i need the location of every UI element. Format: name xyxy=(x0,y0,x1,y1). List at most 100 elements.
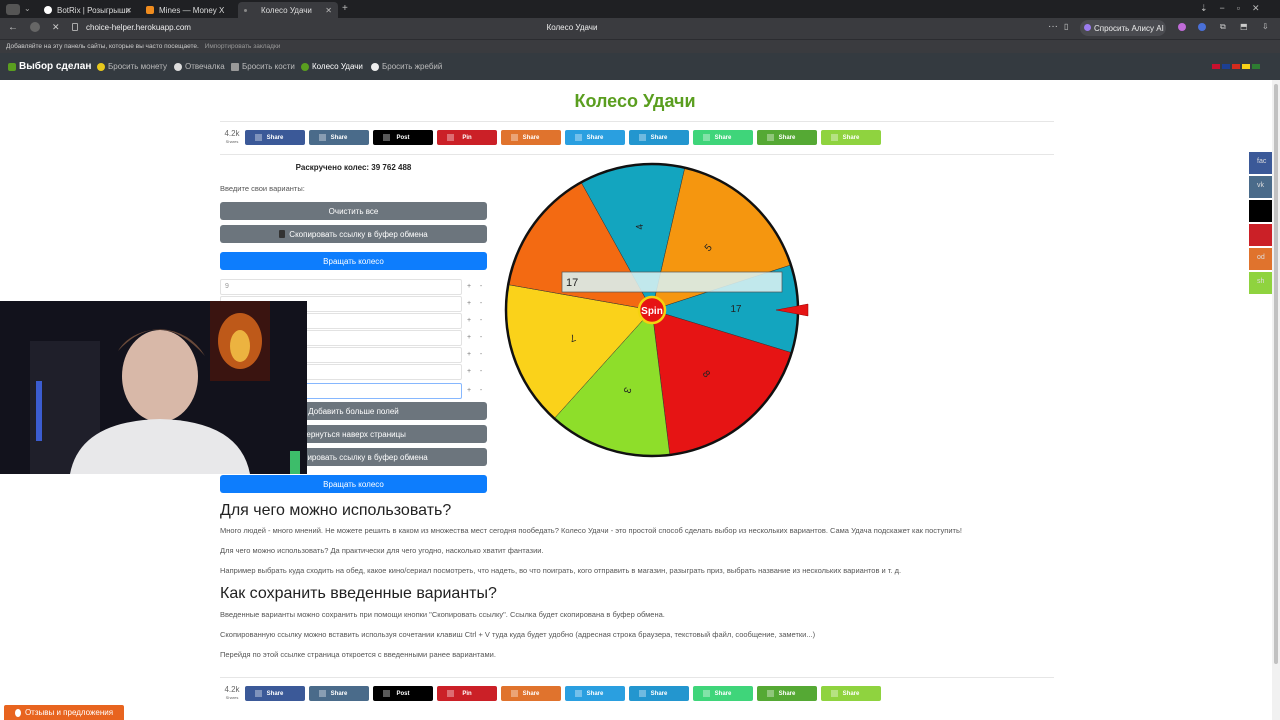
brand-label: Выбор сделан xyxy=(19,61,92,72)
alice-ai-button[interactable]: Спросить Алису AI xyxy=(1080,20,1166,36)
nav-lots[interactable]: Бросить жребий xyxy=(371,53,442,80)
flag-en-icon[interactable] xyxy=(1212,64,1220,69)
copy-link-label: Скопировать ссылку в буфер обмена xyxy=(289,229,428,239)
tab-list-icon[interactable]: ⌄ xyxy=(24,4,31,13)
section-heading-use: Для чего можно использовать? xyxy=(220,502,452,519)
clear-all-button[interactable]: Очистить все xyxy=(220,202,487,220)
share-button[interactable]: Share xyxy=(245,686,305,701)
options-prompt: Введите свои варианты: xyxy=(220,184,305,193)
flag-ru-icon[interactable] xyxy=(1222,64,1230,69)
nav-dice[interactable]: Бросить кости xyxy=(231,53,295,80)
share-button[interactable]: Share xyxy=(821,686,881,701)
close-tab-icon[interactable]: ✕ xyxy=(325,6,332,15)
side-share-button[interactable]: od xyxy=(1249,248,1273,270)
import-bookmarks-link[interactable]: Импортировать закладки xyxy=(205,43,281,50)
share-button[interactable]: Share xyxy=(565,130,625,145)
share-icon xyxy=(767,134,774,141)
bookmark-icon[interactable]: ▯ xyxy=(1064,22,1068,31)
fortune-wheel[interactable]: 1783745 17 Spin xyxy=(500,162,810,462)
share-button[interactable]: Share xyxy=(757,130,817,145)
plus-button[interactable]: + xyxy=(463,383,475,399)
feedback-button[interactable]: Отзывы и предложения xyxy=(4,705,124,720)
side-share-button[interactable]: sh xyxy=(1249,272,1273,294)
spin-wheel-button-bottom[interactable]: Вращать колесо xyxy=(220,475,487,493)
side-share-label: vk xyxy=(1257,182,1264,189)
share-button[interactable]: Share xyxy=(501,686,561,701)
tab-botrix[interactable]: BotRix | Розыгрыши ✕ xyxy=(38,2,138,18)
new-tab-icon[interactable]: + xyxy=(342,3,348,14)
extension-icon[interactable] xyxy=(1198,23,1206,31)
share-label: Share xyxy=(330,690,348,697)
share-button[interactable]: Pin xyxy=(437,130,497,145)
share-count: 4.2k Shares xyxy=(220,686,244,702)
alice-icon xyxy=(1084,24,1091,31)
tab-wheel[interactable]: Колесо Удачи ✕ xyxy=(238,2,338,18)
share-button[interactable]: Share xyxy=(757,686,817,701)
plus-button[interactable]: + xyxy=(463,313,475,329)
lots-icon xyxy=(371,62,379,71)
option-input[interactable]: 9 xyxy=(220,279,462,295)
close-tab-icon[interactable]: ✕ xyxy=(125,6,132,15)
flag-icon[interactable] xyxy=(1242,64,1250,69)
more-icon[interactable]: ··· xyxy=(1048,21,1058,32)
result-input-box[interactable] xyxy=(561,271,783,293)
share-icon xyxy=(767,690,774,697)
share-button[interactable]: Share xyxy=(693,130,753,145)
share-button[interactable]: Share xyxy=(309,686,369,701)
side-share-button[interactable]: fac xyxy=(1249,152,1273,174)
plus-button[interactable]: + xyxy=(463,330,475,346)
minus-button[interactable]: - xyxy=(475,383,487,399)
side-share-button[interactable] xyxy=(1249,200,1273,222)
share-button[interactable]: Post xyxy=(373,130,433,145)
share-label: Pin xyxy=(462,134,472,141)
plus-button[interactable]: + xyxy=(463,347,475,363)
brand-link[interactable]: Выбор сделан xyxy=(8,53,91,80)
browser-menu-icon[interactable] xyxy=(6,4,20,15)
share-button[interactable]: Share xyxy=(501,130,561,145)
share-button[interactable]: Share xyxy=(629,686,689,701)
nav-wheel[interactable]: Колесо Удачи xyxy=(301,53,363,80)
language-flags[interactable] xyxy=(1210,53,1260,80)
share-button[interactable]: Share xyxy=(309,130,369,145)
share-icon xyxy=(319,134,326,141)
share-button[interactable]: Share xyxy=(693,686,753,701)
share-icon xyxy=(831,690,838,697)
plus-button[interactable]: + xyxy=(463,364,475,380)
downloads-icon[interactable]: ⬒ xyxy=(1240,22,1248,31)
flag-icon[interactable] xyxy=(1232,64,1240,69)
extension-icon[interactable] xyxy=(1178,23,1186,31)
side-share-button[interactable]: vk xyxy=(1249,176,1273,198)
plus-button[interactable]: + xyxy=(463,279,475,295)
share-icon xyxy=(703,690,710,697)
extensions-icon[interactable]: ⧉ xyxy=(1220,22,1226,32)
plus-button[interactable]: + xyxy=(463,296,475,312)
nav-answer[interactable]: Отвечалка xyxy=(174,53,225,80)
spin-wheel-button[interactable]: Вращать колесо xyxy=(220,252,487,270)
tab-mines[interactable]: Mines — Money X xyxy=(140,2,236,18)
share-button[interactable]: Share xyxy=(821,130,881,145)
window-controls[interactable]: ⇣−▫✕ xyxy=(1200,3,1272,14)
nav-coin[interactable]: Бросить монету xyxy=(97,53,167,80)
share-button[interactable]: Pin xyxy=(437,686,497,701)
address-bar-row: ← ✕ choice-helper.herokuapp.com Колесо У… xyxy=(0,18,1280,39)
copy-link-button[interactable]: Скопировать ссылку в буфер обмена xyxy=(220,225,487,243)
minus-button[interactable]: - xyxy=(475,313,487,329)
share-button[interactable]: Share xyxy=(565,686,625,701)
share-count-value: 4.2k xyxy=(224,685,240,694)
share-icon xyxy=(639,690,646,697)
share-button[interactable]: Post xyxy=(373,686,433,701)
share-button[interactable]: Share xyxy=(245,130,305,145)
paragraph: Скопированную ссылку можно вставить испо… xyxy=(220,630,816,639)
paragraph: Например выбрать куда сходить на обед, к… xyxy=(220,566,902,575)
share-button[interactable]: Share xyxy=(629,130,689,145)
minus-button[interactable]: - xyxy=(475,330,487,346)
scrollbar[interactable] xyxy=(1272,80,1280,720)
minus-button[interactable]: - xyxy=(475,279,487,295)
minus-button[interactable]: - xyxy=(475,364,487,380)
minus-button[interactable]: - xyxy=(475,296,487,312)
scrollbar-thumb[interactable] xyxy=(1274,84,1278,664)
side-share-button[interactable] xyxy=(1249,224,1273,246)
minus-button[interactable]: - xyxy=(475,347,487,363)
flag-icon[interactable] xyxy=(1252,64,1260,69)
download-arrow-icon[interactable]: ⇩ xyxy=(1262,22,1269,31)
